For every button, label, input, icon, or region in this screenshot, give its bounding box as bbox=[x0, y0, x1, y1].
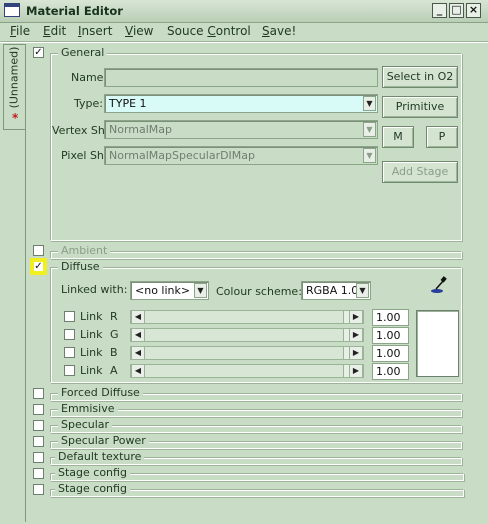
link-r-label: Link bbox=[80, 310, 103, 323]
forced-diffuse-title: Forced Diffuse bbox=[58, 386, 143, 399]
linked-with-label: Linked with: bbox=[61, 283, 128, 296]
arrow-right-icon[interactable]: ▶ bbox=[349, 365, 363, 377]
arrow-right-icon[interactable]: ▶ bbox=[349, 347, 363, 359]
chevron-down-icon[interactable]: ▼ bbox=[363, 148, 376, 163]
link-a-label: Link bbox=[80, 364, 103, 377]
close-button[interactable]: × bbox=[466, 3, 481, 18]
p-button[interactable]: P bbox=[426, 126, 458, 148]
emmisive-checkbox[interactable] bbox=[33, 404, 44, 415]
default-texture-checkbox[interactable] bbox=[33, 452, 44, 463]
specular-title: Specular bbox=[58, 418, 113, 431]
link-g-checkbox[interactable] bbox=[64, 329, 75, 340]
m-button[interactable]: M bbox=[382, 126, 414, 148]
stage-config-1-checkbox[interactable] bbox=[33, 468, 44, 479]
ambient-title: Ambient bbox=[58, 244, 111, 257]
stage-config-2-checkbox[interactable] bbox=[33, 484, 44, 495]
vertex-shader-value: NormalMap bbox=[109, 123, 173, 136]
primitive-button[interactable]: Primitive bbox=[382, 96, 458, 118]
name-label: Name: bbox=[71, 71, 108, 84]
link-b-checkbox[interactable] bbox=[64, 347, 75, 358]
default-texture-title: Default texture bbox=[55, 450, 145, 463]
arrow-left-icon[interactable]: ◀ bbox=[131, 311, 145, 323]
arrow-left-icon[interactable]: ◀ bbox=[131, 347, 145, 359]
ambient-checkbox[interactable] bbox=[33, 245, 44, 256]
pixel-shader-dropdown[interactable]: NormalMapSpecularDIMap ▼ bbox=[104, 146, 378, 165]
pixel-shader-value: NormalMapSpecularDIMap bbox=[109, 149, 256, 162]
arrow-left-icon[interactable]: ◀ bbox=[131, 365, 145, 377]
window-icon bbox=[4, 3, 20, 17]
menu-insert[interactable]: Insert bbox=[78, 24, 112, 38]
chevron-down-icon[interactable]: ▼ bbox=[363, 96, 376, 111]
channel-g-slider[interactable]: ◀ ▶ bbox=[130, 328, 364, 342]
type-label: Type: bbox=[74, 97, 103, 110]
menu-edit[interactable]: Edit bbox=[43, 24, 66, 38]
specular-checkbox[interactable] bbox=[33, 420, 44, 431]
colour-swatch[interactable] bbox=[416, 310, 459, 377]
name-field[interactable] bbox=[104, 68, 378, 87]
window-title: Material Editor bbox=[26, 4, 123, 18]
colour-scheme-label: Colour scheme: bbox=[216, 285, 302, 298]
stage-config-2-title: Stage config bbox=[55, 482, 130, 495]
channel-b-label: B bbox=[110, 346, 118, 359]
menu-file[interactable]: File bbox=[10, 24, 30, 38]
link-a-checkbox[interactable] bbox=[64, 365, 75, 376]
menu-save[interactable]: Save! bbox=[262, 24, 296, 38]
chevron-down-icon[interactable]: ▼ bbox=[356, 283, 369, 298]
minimize-button[interactable]: _ bbox=[432, 3, 447, 18]
stage-config-1-title: Stage config bbox=[55, 466, 130, 479]
general-title: General bbox=[58, 46, 108, 59]
link-b-label: Link bbox=[80, 346, 103, 359]
add-stage-button[interactable]: Add Stage bbox=[382, 161, 458, 183]
specular-power-checkbox[interactable] bbox=[33, 436, 44, 447]
channel-r-slider[interactable]: ◀ ▶ bbox=[130, 310, 364, 324]
arrow-right-icon[interactable]: ▶ bbox=[349, 329, 363, 341]
title-bar[interactable]: Material Editor _ □ × bbox=[0, 0, 488, 23]
chevron-down-icon[interactable]: ▼ bbox=[194, 283, 207, 298]
general-checkbox[interactable]: ✓ bbox=[33, 47, 44, 58]
maximize-button[interactable]: □ bbox=[449, 3, 464, 18]
vertex-shader-dropdown[interactable]: NormalMap ▼ bbox=[104, 120, 378, 139]
vertex-shader-label: Vertex Sh: bbox=[52, 124, 109, 137]
menu-separator bbox=[0, 41, 488, 43]
pixel-shader-label: Pixel Sh: bbox=[61, 149, 108, 162]
material-tab-label: (Unnamed) bbox=[7, 46, 21, 109]
channel-r-label: R bbox=[110, 310, 118, 323]
type-value: TYPE 1 bbox=[109, 97, 147, 110]
tab-border bbox=[25, 44, 26, 522]
arrow-left-icon[interactable]: ◀ bbox=[131, 329, 145, 341]
chevron-down-icon[interactable]: ▼ bbox=[363, 122, 376, 137]
linked-with-dropdown[interactable]: <no link> ▼ bbox=[130, 281, 209, 300]
material-tab[interactable]: (Unnamed) * bbox=[3, 44, 25, 130]
forced-diffuse-checkbox[interactable] bbox=[33, 388, 44, 399]
channel-a-slider[interactable]: ◀ ▶ bbox=[130, 364, 364, 378]
channel-r-value[interactable]: 1.00 bbox=[372, 309, 409, 326]
arrow-right-icon[interactable]: ▶ bbox=[349, 311, 363, 323]
channel-g-label: G bbox=[110, 328, 119, 341]
colour-scheme-dropdown[interactable]: RGBA 1.0 ▼ bbox=[301, 281, 371, 300]
specular-power-title: Specular Power bbox=[58, 434, 149, 447]
linked-with-value: <no link> bbox=[135, 284, 191, 297]
channel-g-value[interactable]: 1.00 bbox=[372, 327, 409, 344]
channel-a-label: A bbox=[110, 364, 118, 377]
emmisive-title: Emmisive bbox=[58, 402, 118, 415]
channel-b-slider[interactable]: ◀ ▶ bbox=[130, 346, 364, 360]
channel-b-value[interactable]: 1.00 bbox=[372, 345, 409, 362]
modified-marker: * bbox=[12, 111, 19, 125]
menu-source-control[interactable]: Souce Control bbox=[167, 24, 251, 38]
link-g-label: Link bbox=[80, 328, 103, 341]
link-r-checkbox[interactable] bbox=[64, 311, 75, 322]
select-in-o2-button[interactable]: Select in O2 bbox=[382, 66, 458, 88]
type-dropdown[interactable]: TYPE 1 ▼ bbox=[104, 94, 378, 113]
diffuse-title: Diffuse bbox=[58, 260, 103, 273]
diffuse-checkbox[interactable]: ✓ bbox=[30, 258, 47, 275]
ambient-group bbox=[50, 251, 462, 259]
eyedropper-icon[interactable] bbox=[430, 276, 448, 294]
channel-a-value[interactable]: 1.00 bbox=[372, 363, 409, 380]
colour-scheme-value: RGBA 1.0 bbox=[306, 284, 359, 297]
menu-bar: File Edit Insert View Souce Control Save… bbox=[0, 22, 488, 41]
menu-view[interactable]: View bbox=[125, 24, 153, 38]
